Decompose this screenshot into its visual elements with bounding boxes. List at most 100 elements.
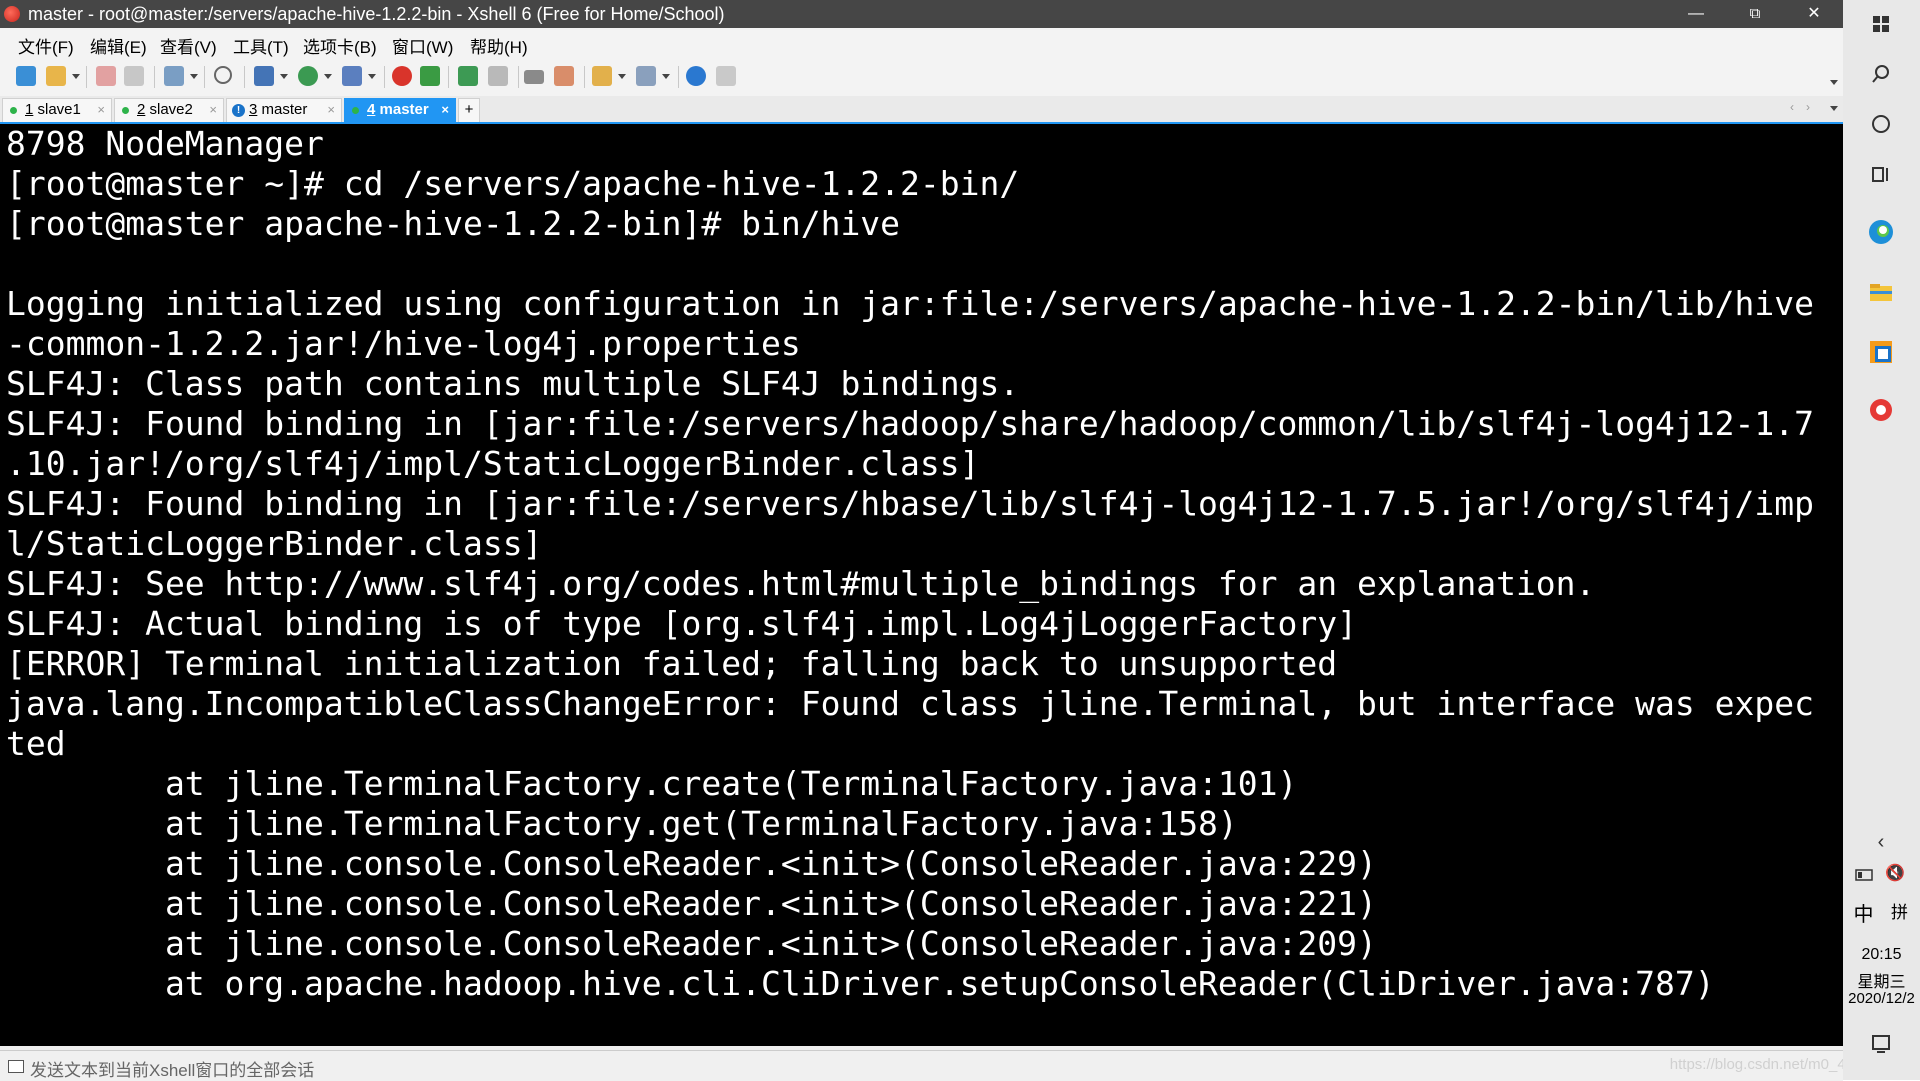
edge-browser-icon[interactable]	[1867, 218, 1895, 246]
script-icon[interactable]	[554, 66, 574, 86]
terminal-line: SLF4J: See http://www.slf4j.org/codes.ht…	[6, 564, 1596, 603]
close-button[interactable]: ✕	[1786, 0, 1842, 28]
compose-bar-icon[interactable]	[8, 1060, 24, 1073]
terminal-line: SLF4J: Found binding in [jar:file:/serve…	[6, 404, 1814, 443]
terminal-line: at jline.TerminalFactory.get(TerminalFac…	[6, 804, 1238, 843]
xftp-icon[interactable]	[392, 66, 412, 86]
clock-time[interactable]: 20:15	[1843, 946, 1920, 964]
disconnect-icon[interactable]	[96, 66, 116, 86]
notification-icon[interactable]	[1867, 1030, 1895, 1058]
minimize-button[interactable]: —	[1668, 0, 1724, 28]
compose-icon[interactable]	[592, 66, 612, 86]
new-tab-button[interactable]: +	[458, 98, 480, 122]
ime-mode[interactable]: 拼	[1861, 898, 1920, 923]
reconnect-icon[interactable]	[124, 66, 144, 86]
properties-icon[interactable]	[164, 66, 184, 86]
cortana-icon[interactable]	[1867, 110, 1895, 138]
menu-window[interactable]: 窗口(W)	[392, 33, 453, 58]
menu-tools[interactable]: 工具(T)	[233, 33, 289, 58]
tab-scroll-left-icon[interactable]: ‹	[1790, 100, 1794, 114]
terminal-line: -common-1.2.2.jar!/hive-log4j.properties	[6, 324, 801, 363]
menu-edit[interactable]: 编辑(E)	[90, 33, 147, 58]
tab-close-icon[interactable]: ×	[441, 99, 449, 121]
menu-file[interactable]: 文件(F)	[18, 33, 74, 58]
tab-scroll-right-icon[interactable]: ›	[1806, 100, 1810, 114]
toolbar-separator	[518, 66, 519, 88]
xshell-logo-icon	[4, 6, 20, 22]
terminal-line: .10.jar!/org/slf4j/impl/StaticLoggerBind…	[6, 444, 980, 483]
terminal-line: ted	[6, 724, 66, 763]
properties-dropdown-icon[interactable]	[190, 74, 198, 79]
network-icon[interactable]	[1853, 862, 1877, 890]
tab-master-3[interactable]: ! 3 master ×	[226, 98, 342, 122]
lock-icon[interactable]	[488, 66, 508, 86]
tab-label: slave1	[33, 101, 81, 118]
tab-close-icon[interactable]: ×	[327, 99, 335, 121]
connected-status-icon	[10, 107, 17, 114]
tab-label: master	[375, 101, 429, 118]
xagent-icon[interactable]	[420, 66, 440, 86]
menu-view[interactable]: 查看(V)	[160, 33, 217, 58]
show-hidden-icons-icon[interactable]: ‹	[1867, 828, 1895, 856]
terminal-line: Logging initialized using configuration …	[6, 284, 1814, 323]
restore-button[interactable]: ⧉	[1727, 0, 1783, 28]
task-view-icon[interactable]	[1867, 160, 1895, 188]
tab-list-dropdown-icon[interactable]	[1830, 106, 1838, 111]
open-dropdown-icon[interactable]	[72, 74, 80, 79]
xshell-taskbar-icon[interactable]	[1867, 338, 1895, 366]
new-session-icon[interactable]	[16, 66, 36, 86]
font-icon[interactable]	[254, 66, 274, 86]
toolbar-separator	[448, 66, 449, 88]
terminal-line: at jline.console.ConsoleReader.<init>(Co…	[6, 884, 1377, 923]
terminal-line: [ERROR] Terminal initialization failed; …	[6, 644, 1338, 683]
terminal-line: at jline.console.ConsoleReader.<init>(Co…	[6, 924, 1377, 963]
search-icon[interactable]	[1867, 60, 1895, 88]
menu-help[interactable]: 帮助(H)	[470, 33, 528, 58]
fullscreen-icon[interactable]	[458, 66, 478, 86]
volume-muted-icon[interactable]: 🔇	[1885, 862, 1909, 890]
search-icon[interactable]	[214, 66, 232, 84]
tab-bar: 1 slave1 × 2 slave2 × ! 3 master × 4 mas…	[0, 96, 1843, 124]
tab-slave1[interactable]: 1 slave1 ×	[2, 98, 112, 122]
tab-close-icon[interactable]: ×	[209, 99, 217, 121]
globe-icon[interactable]	[298, 66, 318, 86]
status-bar: 发送文本到当前Xshell窗口的全部会话 https://blog.csdn.n…	[0, 1050, 1903, 1081]
clock-date[interactable]: 2020/12/2	[1843, 990, 1920, 1007]
open-folder-icon[interactable]	[46, 66, 66, 86]
title-bar: master - root@master:/servers/apache-hiv…	[0, 0, 1843, 28]
tab-master-4[interactable]: 4 master ×	[344, 98, 456, 122]
help-icon[interactable]	[686, 66, 706, 86]
globe-dropdown-icon[interactable]	[324, 74, 332, 79]
highlight-icon[interactable]	[342, 66, 362, 86]
terminal-output[interactable]: 8798 NodeManager [root@master ~]# cd /ser…	[0, 124, 1843, 1004]
tab-close-icon[interactable]: ×	[97, 99, 105, 121]
toolbar-separator	[584, 66, 585, 88]
keyboard-icon[interactable]	[524, 70, 544, 84]
menu-tabs[interactable]: 选项卡(B)	[303, 33, 377, 58]
window-title: master - root@master:/servers/apache-hiv…	[28, 4, 725, 24]
xshell-window: master - root@master:/servers/apache-hiv…	[0, 0, 1903, 1081]
terminal[interactable]: 8798 NodeManager [root@master ~]# cd /ser…	[0, 124, 1843, 1046]
chat-icon[interactable]	[716, 66, 736, 86]
layout-dropdown-icon[interactable]	[662, 74, 670, 79]
file-explorer-icon[interactable]	[1867, 278, 1895, 306]
connected-status-icon	[352, 107, 359, 114]
toolbar-overflow-icon[interactable]	[1830, 80, 1838, 85]
font-dropdown-icon[interactable]	[280, 74, 288, 79]
xftp-taskbar-icon[interactable]	[1867, 396, 1895, 424]
tab-label: slave2	[145, 101, 193, 118]
toolbar-separator	[154, 66, 155, 88]
tab-slave2[interactable]: 2 slave2 ×	[114, 98, 224, 122]
highlight-dropdown-icon[interactable]	[368, 74, 376, 79]
send-to-all-sessions-label[interactable]: 发送文本到当前Xshell窗口的全部会话	[30, 1056, 314, 1081]
layout-icon[interactable]	[636, 66, 656, 86]
terminal-line: [root@master ~]# cd /servers/apache-hive…	[6, 164, 1020, 203]
menu-bar: 文件(F) 编辑(E) 查看(V) 工具(T) 选项卡(B) 窗口(W) 帮助(…	[0, 28, 1843, 58]
terminal-line: 8798 NodeManager	[6, 124, 324, 163]
windows-start-icon[interactable]	[1867, 10, 1895, 38]
connected-status-icon	[122, 107, 129, 114]
info-status-icon: !	[232, 104, 245, 117]
clock-weekday[interactable]: 星期三	[1843, 968, 1920, 992]
terminal-line: l/StaticLoggerBinder.class]	[6, 524, 543, 563]
compose-dropdown-icon[interactable]	[618, 74, 626, 79]
